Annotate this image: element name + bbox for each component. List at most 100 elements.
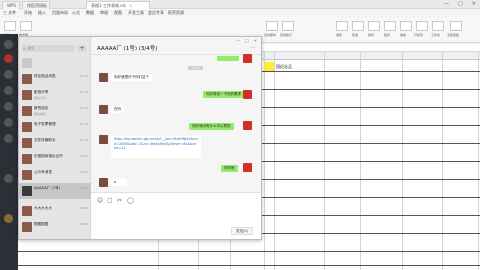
menu-item-view[interactable]: 视图	[114, 9, 122, 17]
tab-templates[interactable]: 找稻壳模板	[22, 1, 50, 9]
menu-item-home[interactable]: 开始	[24, 9, 32, 17]
add-button[interactable]: +	[78, 45, 86, 52]
menu-item-review[interactable]: 审阅	[100, 9, 108, 17]
avatar	[22, 222, 32, 232]
cell-value: 国纪念品	[276, 64, 292, 69]
avatar	[99, 73, 108, 82]
conversation-time: 17:15	[79, 122, 88, 126]
rows-cols-button[interactable]	[416, 21, 428, 31]
conversation-item[interactable]: 乐团指挥演出合作 17:05	[19, 151, 91, 167]
conversation-item[interactable]: 好友验证消息 17:25	[19, 71, 91, 87]
window-controls: — □ ✕	[435, 0, 476, 9]
ribbon-label: 行和列	[414, 33, 424, 37]
app-icon[interactable]	[4, 40, 13, 49]
app-icon[interactable]	[4, 102, 13, 111]
menu-item-data[interactable]: 数据	[86, 9, 94, 17]
avatar	[243, 121, 252, 130]
menu-item-dev[interactable]: 开发工具	[128, 9, 144, 17]
ribbon-label: 合并居中	[264, 33, 277, 37]
close-icon[interactable]: ✕	[254, 38, 257, 43]
format-painter-button[interactable]	[20, 21, 32, 31]
tab-label: WPS	[7, 3, 16, 8]
conversation-preview: 朋友分享	[34, 96, 47, 100]
avatar	[99, 105, 108, 114]
paste-button[interactable]	[4, 21, 16, 31]
ribbon-label: 排序	[368, 33, 375, 37]
app-icon[interactable]	[4, 86, 13, 95]
conversation-name: 好友验证消息	[34, 74, 56, 78]
wrap-text-button[interactable]	[282, 21, 294, 31]
menu-item-layout[interactable]: 页面布局	[52, 9, 68, 17]
message-bubble: a	[111, 179, 127, 186]
conversation-item[interactable]: 公众号消息 17:00	[19, 167, 91, 183]
conversation-name: 图图图图	[34, 222, 49, 226]
search-input[interactable]: 搜索	[22, 45, 74, 52]
scissors-icon[interactable]: ✂	[117, 197, 122, 204]
app-icon[interactable]	[4, 118, 13, 127]
conversation-item[interactable]	[19, 55, 91, 71]
ribbon-label: 筛选	[352, 33, 359, 37]
conversation-item[interactable]: 影音分享 17:24 朋友分享	[19, 87, 91, 103]
freeze-panes-button[interactable]	[450, 21, 462, 31]
chat-panel: — □ ✕ AAAAA厂 (1号) (3/4号) ··· 17:29 你好我想问下你…	[91, 37, 261, 239]
menu-item-file[interactable]: 三 文件	[3, 9, 16, 17]
conversation-name: AAAAA厂 (1号)	[34, 186, 61, 190]
menu-item-member[interactable]: 会员专享	[148, 9, 164, 17]
highlighted-cell[interactable]	[264, 62, 274, 71]
avatar	[22, 58, 32, 68]
conversation-item-selected[interactable]: AAAAA厂 (1号) 16:58	[19, 183, 91, 199]
conversation-item[interactable]: 图图图图 16:50	[19, 219, 91, 235]
minimize-icon[interactable]: —	[236, 38, 240, 43]
menu-bar: 三 文件 开始 插入 页面布局 公式 数据 审阅 视图 开发工具 会员专享 稻壳…	[0, 9, 480, 17]
filter-button[interactable]	[352, 21, 364, 31]
conversation-list: 搜索 ⌕ + 好友验证消息 17:25 影音分享 17:24 朋友分享 新的朋友 17:…	[19, 37, 91, 239]
worksheet-button[interactable]	[432, 21, 444, 31]
file-icon[interactable]: ▢	[107, 197, 113, 204]
ribbon-label: 填充	[400, 33, 407, 37]
conversation-item[interactable]: 文件传输助手 17:10	[19, 135, 91, 151]
app-icon[interactable]	[4, 214, 13, 223]
fill-button[interactable]	[400, 21, 412, 31]
conversation-item[interactable]: 大大大大大 16:55	[19, 203, 91, 219]
wechat-window: 搜索 ⌕ + 好友验证消息 17:25 影音分享 17:24 朋友分享 新的朋友 17:…	[18, 36, 262, 240]
conversation-name: 电子发票管理	[34, 122, 56, 126]
conversation-item[interactable]: 电子发票管理 17:15	[19, 119, 91, 135]
avatar	[99, 178, 108, 187]
avatar	[22, 186, 32, 196]
avatar	[22, 74, 32, 84]
maximize-icon[interactable]: □	[245, 38, 249, 43]
conversation-time: 16:58	[79, 186, 88, 190]
minimize-icon[interactable]: —	[444, 1, 449, 7]
send-button[interactable]: 发送(S)	[231, 227, 253, 235]
conversation-time: 17:00	[79, 170, 88, 174]
more-icon[interactable]: ···	[250, 45, 255, 51]
conversation-item[interactable]: 新的朋友 17:20 朋友推荐	[19, 103, 91, 119]
app-icon[interactable]	[4, 134, 13, 143]
app-icon[interactable]	[4, 70, 13, 79]
close-icon[interactable]: ×	[129, 3, 132, 8]
merge-center-button[interactable]	[266, 21, 278, 31]
app-icon[interactable]	[4, 174, 13, 183]
tab-label: 找稻壳模板	[27, 3, 47, 8]
tab-workbook[interactable]: 表格1-工作表格.xls ×	[86, 1, 150, 9]
conversation-name: 新的朋友	[34, 106, 49, 110]
menu-item-insert[interactable]: 插入	[38, 9, 46, 17]
tab-wps[interactable]: WPS	[2, 1, 20, 9]
menu-item-formula[interactable]: 公式	[72, 9, 80, 17]
close-icon[interactable]: ✕	[472, 1, 476, 7]
message-link[interactable]: http://mp.weixin.qq.com/s?__biz=MzA3Njk5…	[111, 136, 201, 158]
maximize-icon[interactable]: □	[458, 1, 463, 7]
sort-button[interactable]	[368, 21, 380, 31]
message-bubble: 你好请说一下你的需求	[203, 91, 244, 98]
menu-item-resources[interactable]: 稻壳资源	[168, 9, 184, 17]
avatar	[22, 154, 32, 164]
format-button[interactable]	[384, 21, 396, 31]
emoji-icon[interactable]: ☺	[97, 197, 103, 204]
conversation-time: 17:20	[79, 106, 88, 110]
chat-history-icon[interactable]: ◯	[127, 197, 134, 204]
app-icon[interactable]	[4, 54, 13, 63]
avatar	[243, 90, 252, 99]
sum-button[interactable]	[336, 21, 348, 31]
window-controls: — □ ✕	[231, 38, 257, 43]
avatar	[243, 163, 252, 172]
